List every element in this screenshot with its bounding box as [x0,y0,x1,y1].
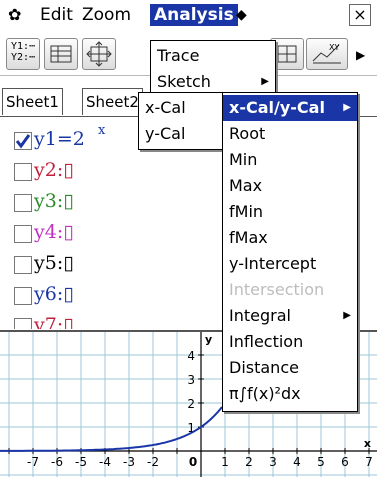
menu-item-sketch-label: Sketch [157,72,211,91]
table-view-button[interactable] [44,38,78,70]
menu-item-label: Inflection [229,332,304,351]
gear-icon[interactable]: ✿ [8,4,21,26]
menu-item-label: y-Intercept [229,254,317,273]
x-axis-label: x [364,437,371,450]
x-tick-label: 1 [221,455,229,469]
menu-item-label: π∫f(x)²dx [229,384,301,403]
menu-zoom[interactable]: Zoom [82,4,131,26]
y-axis-label: y [205,333,212,346]
view-window-button[interactable] [82,38,116,70]
y1y2-button[interactable]: Y1:⋯ Y2:⋯ [6,38,40,70]
menu-item-ycal[interactable]: y-Cal [139,121,223,147]
calc-submenu: x-Cal y-Cal [138,92,224,150]
x-tick-label: 5 [317,455,325,469]
function-label[interactable]: y3:▯ [34,190,74,212]
x-tick-label: 6 [341,455,349,469]
x-tick-label: -7 [27,455,39,469]
y2-label: Y2: [11,52,30,63]
svg-text:XY: XY [329,43,339,52]
menu-item-label: fMin [229,202,264,221]
close-button[interactable]: × [349,4,371,26]
submenu-arrow-icon: ▶ [343,310,351,321]
x-tick-label: -2 [147,455,159,469]
x-tick-label: -3 [123,455,135,469]
graph-xy-button[interactable]: XY [306,38,348,70]
function-checkbox[interactable] [14,194,32,212]
menu-item-label: Max [229,176,263,195]
menu-item-label: Intersection [229,280,325,299]
menu-edit[interactable]: Edit [40,4,73,26]
x-tick-label: -4 [99,455,111,469]
x-tick-label: 3 [269,455,277,469]
y-tick-label: 4 [187,349,195,363]
menu-item-integral[interactable]: Integral ▶ [223,303,357,329]
function-checkbox[interactable] [14,318,32,329]
menu-bar: ✿ Edit Zoom Analysis ◆ × [0,0,377,31]
diamond-icon[interactable]: ◆ [236,4,247,26]
menu-item-intersection: Intersection [223,277,357,303]
menu-analysis[interactable]: Analysis [150,4,238,26]
tab-sheet2[interactable]: Sheet2 [82,88,143,115]
function-label[interactable]: y1=2 [34,128,85,150]
y1-label: Y1: [11,41,30,52]
menu-item-root[interactable]: Root [223,121,357,147]
menu-item-label: x-Cal/y-Cal [229,98,325,117]
table-icon [50,45,72,63]
menu-item-min[interactable]: Min [223,147,357,173]
menu-item-distance[interactable]: Distance [223,355,357,381]
menu-item-max[interactable]: Max [223,173,357,199]
function-label[interactable]: y7:▯ [34,314,74,329]
analysis-menu: Trace Sketch ▶ [150,40,276,98]
menu-item-y-intercept[interactable]: y-Intercept [223,251,357,277]
menu-item-xcal[interactable]: x-Cal [139,95,223,121]
tab-sheet1[interactable]: Sheet1 [2,88,63,115]
menu-item-inflection[interactable]: Inflection [223,329,357,355]
menu-item-trace-label: Trace [157,46,200,65]
function-checkbox[interactable] [14,225,32,243]
x-tick-label: 4 [293,455,301,469]
menu-item-xcal-label: x-Cal [145,98,186,117]
menu-item-label: Integral [229,306,291,325]
menu-item-x-cal-y-cal[interactable]: x-Cal/y-Cal ▶ [223,95,357,121]
function-checkbox[interactable] [14,287,32,305]
gsolve-menu: x-Cal/y-Cal ▶ Root Min Max fMin fMax y-Intercep… [222,92,358,412]
x-tick-label: 7 [365,455,373,469]
toolbar-scroll-right-icon[interactable]: ▶ [356,48,365,62]
menu-item-fmin[interactable]: fMin [223,199,357,225]
xy-graph-icon: XY [312,43,341,64]
function-label[interactable]: y6:▯ [34,283,74,305]
function-label[interactable]: y5:▯ [34,252,74,274]
function-label[interactable]: y4:▯ [34,221,74,243]
menu-item-fmax[interactable]: fMax [223,225,357,251]
function-exponent: x [98,123,106,138]
menu-item-label: Min [229,150,258,169]
x-tick-label: 0 [189,455,197,469]
menu-item--f-x-dx[interactable]: π∫f(x)²dx [223,381,357,407]
fit-window-icon [86,41,112,67]
menu-item-ycal-label: y-Cal [145,124,186,143]
x-tick-label: 2 [245,455,253,469]
function-checkbox[interactable] [14,256,32,274]
y-tick-label: 3 [187,373,195,387]
x-tick-label: -5 [75,455,87,469]
menu-item-label: Root [229,124,266,143]
x-tick-label: -6 [51,455,63,469]
function-checkbox[interactable] [14,132,32,150]
function-checkbox[interactable] [14,163,32,181]
y-tick-label: 2 [187,397,195,411]
menu-item-label: Distance [229,358,299,377]
submenu-arrow-icon: ▶ [343,102,351,113]
menu-item-label: fMax [229,228,268,247]
menu-item-trace[interactable]: Trace [151,43,275,69]
function-label[interactable]: y2:▯ [34,159,74,181]
